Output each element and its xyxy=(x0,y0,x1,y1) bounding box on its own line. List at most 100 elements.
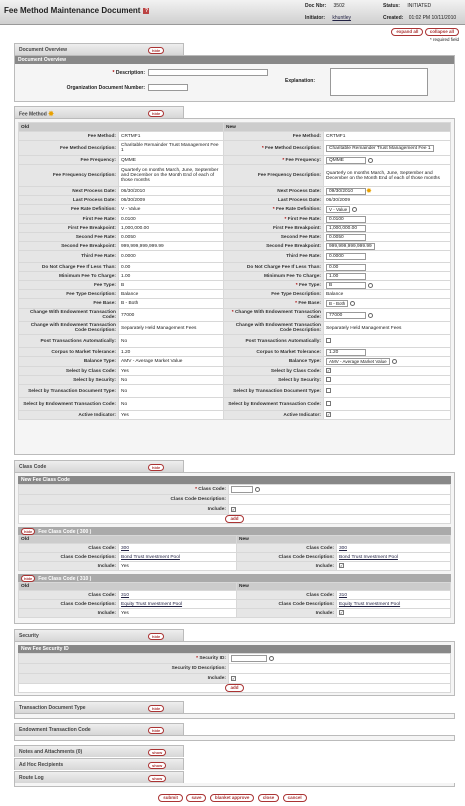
security-panel: New Fee Security ID * Security ID: Secur… xyxy=(14,641,455,696)
new-field-checkbox[interactable]: ✓ xyxy=(326,412,331,418)
new-field-checkbox[interactable] xyxy=(326,377,331,383)
lookup-icon[interactable] xyxy=(255,487,260,492)
expand-all-button[interactable]: expand all xyxy=(391,28,424,36)
new-field-value: Balance xyxy=(323,289,451,299)
new-field-label: Fee Method: xyxy=(223,131,324,141)
class-code-input[interactable] xyxy=(231,486,253,493)
new-field-checkbox[interactable]: ✓ xyxy=(326,368,331,374)
old-field-label: First Fee Rate: xyxy=(18,214,119,224)
new-field-input[interactable]: 1.20 xyxy=(326,348,366,356)
new-field-select[interactable]: V - Value xyxy=(326,206,351,213)
add-security-button[interactable]: add xyxy=(225,684,244,692)
old-field-label: Fee Type: xyxy=(18,280,119,290)
lookup-icon[interactable] xyxy=(352,207,358,212)
new-field-checkbox[interactable] xyxy=(326,388,331,394)
include-checkbox[interactable]: ✓ xyxy=(339,610,344,616)
route-log-show-button[interactable]: show xyxy=(148,775,167,782)
new-field-checkbox[interactable] xyxy=(326,401,331,407)
class-desc-link[interactable]: Bond Trust Investment Pool xyxy=(339,555,398,560)
new-field-value xyxy=(323,334,451,348)
description-input[interactable] xyxy=(148,69,268,76)
fee-method-hide-button[interactable]: hide xyxy=(148,110,165,117)
new-field-input[interactable]: 1.00 xyxy=(326,272,366,280)
new-field-value: 0.00 xyxy=(323,262,451,272)
new-field-label: * Change With Endowment Transaction Code… xyxy=(223,308,324,322)
created-value: 01:02 PM 10/11/2010 xyxy=(408,15,457,21)
class-desc-link[interactable]: Bond Trust Investment Pool xyxy=(121,555,180,560)
lookup-icon[interactable] xyxy=(368,312,373,318)
class-code-link[interactable]: 310 xyxy=(121,593,129,598)
help-icon[interactable]: ? xyxy=(143,7,150,14)
new-field-select[interactable]: B - Both xyxy=(326,300,349,307)
old-field-value: Balance xyxy=(118,289,224,299)
cancel-button[interactable]: cancel xyxy=(282,794,307,802)
save-button[interactable]: save xyxy=(186,794,207,802)
new-field-input[interactable]: 77000 xyxy=(326,311,366,319)
include-checkbox[interactable]: ✓ xyxy=(231,506,236,512)
old-header: Old xyxy=(18,122,224,132)
notes-show-button[interactable]: show xyxy=(148,749,167,756)
overview-subheader: Document Overview xyxy=(15,56,454,64)
new-field-label: * Fee Method Description: xyxy=(223,140,324,156)
class-code-link[interactable]: 300 xyxy=(121,546,129,551)
old-field-label: Fee Method Description: xyxy=(18,140,119,156)
old-field-value: 1.20 xyxy=(118,347,224,357)
org-doc-number-input[interactable] xyxy=(148,84,188,91)
new-field-input[interactable]: B xyxy=(326,281,366,289)
blanket-approve-button[interactable]: blanket approve xyxy=(209,794,255,802)
lookup-icon[interactable] xyxy=(368,282,373,288)
include-checkbox[interactable]: ✓ xyxy=(339,563,344,569)
close-button[interactable]: close xyxy=(257,794,280,802)
initiator-link[interactable]: khuntley xyxy=(332,15,351,21)
new-field-input[interactable]: 0.0050 xyxy=(326,233,366,241)
class-code-link[interactable]: 310 xyxy=(339,593,347,598)
old-field-label: Third Fee Rate: xyxy=(18,250,119,263)
class-desc-link[interactable]: Equity Trust Investment Pool xyxy=(339,602,400,607)
explanation-textarea[interactable] xyxy=(330,68,428,96)
security-include-checkbox[interactable]: ✓ xyxy=(231,675,236,681)
new-field-input[interactable]: Charitable Remainder Trust Management Fe… xyxy=(326,144,434,152)
txn-doc-type-hide-button[interactable]: hide xyxy=(148,705,165,712)
new-field-input[interactable]: 09/30/2010 xyxy=(326,187,366,195)
new-field-input[interactable]: 0.0000 xyxy=(326,253,366,260)
security-hide-button[interactable]: hide xyxy=(148,633,165,640)
overview-hide-button[interactable]: hide xyxy=(148,47,165,54)
tab-ad-hoc-recipients: Ad Hoc Recipients show xyxy=(14,758,184,770)
fee-method-row: Post Transactions Automatically: No Post T… xyxy=(18,334,451,348)
old-field-label: Fee Rate Definition: xyxy=(18,204,119,215)
new-field-input[interactable]: 1,000,000.00 xyxy=(326,224,366,232)
new-field-input[interactable]: 0.00 xyxy=(326,263,366,271)
new-field-label: Fee Frequency Description: xyxy=(223,164,324,187)
adhoc-show-button[interactable]: show xyxy=(148,762,167,769)
lookup-icon[interactable] xyxy=(368,157,373,163)
lookup-icon[interactable] xyxy=(391,359,397,364)
tab-document-overview: Document Overview hide xyxy=(14,43,184,55)
fee-method-row: Balance Type: AMV - Average Market Value B… xyxy=(18,356,451,367)
lookup-icon[interactable] xyxy=(269,656,274,661)
collapse-all-button[interactable]: collapse all xyxy=(424,28,459,36)
class-desc-link[interactable]: Equity Trust Investment Pool xyxy=(121,602,182,607)
endow-txn-hide-button[interactable]: hide xyxy=(148,727,165,734)
old-field-value: No xyxy=(118,397,224,411)
new-field-input[interactable]: QMME xyxy=(326,156,366,164)
fee-method-row: Active Indicator: Yes Active Indicator: ✓ xyxy=(18,410,451,420)
submit-button[interactable]: submit xyxy=(158,794,184,802)
fee-method-row: Do Not Charge Fee If Less Than: 0.00 Do No… xyxy=(18,262,451,272)
add-class-code-button[interactable]: add xyxy=(225,515,244,523)
overview-panel: Document Overview * Description: Organiz… xyxy=(14,55,455,102)
new-field-select[interactable]: AMV - Average Market Value xyxy=(326,358,390,365)
lookup-icon[interactable] xyxy=(350,301,356,306)
new-field-input[interactable]: 999,999,999,999.99 xyxy=(326,242,375,250)
new-field-checkbox[interactable] xyxy=(326,338,331,344)
old-field-value: 77000 xyxy=(118,308,224,322)
class-code-link[interactable]: 300 xyxy=(339,546,347,551)
new-field-label: Second Fee Breakpoint: xyxy=(223,241,324,251)
item-hide-button[interactable]: hide xyxy=(21,528,36,535)
fee-method-row: Last Process Date: 06/30/2009 Last Process… xyxy=(18,195,451,205)
class-code-hide-button[interactable]: hide xyxy=(148,464,165,471)
new-field-input[interactable]: 0.0100 xyxy=(326,215,366,223)
new-field-label: Fee Type Description: xyxy=(223,289,324,299)
security-id-input[interactable] xyxy=(231,655,267,662)
item-hide-button[interactable]: hide xyxy=(21,575,36,582)
document-header: Fee Method Maintenance Document? Doc Nbr… xyxy=(0,0,465,25)
